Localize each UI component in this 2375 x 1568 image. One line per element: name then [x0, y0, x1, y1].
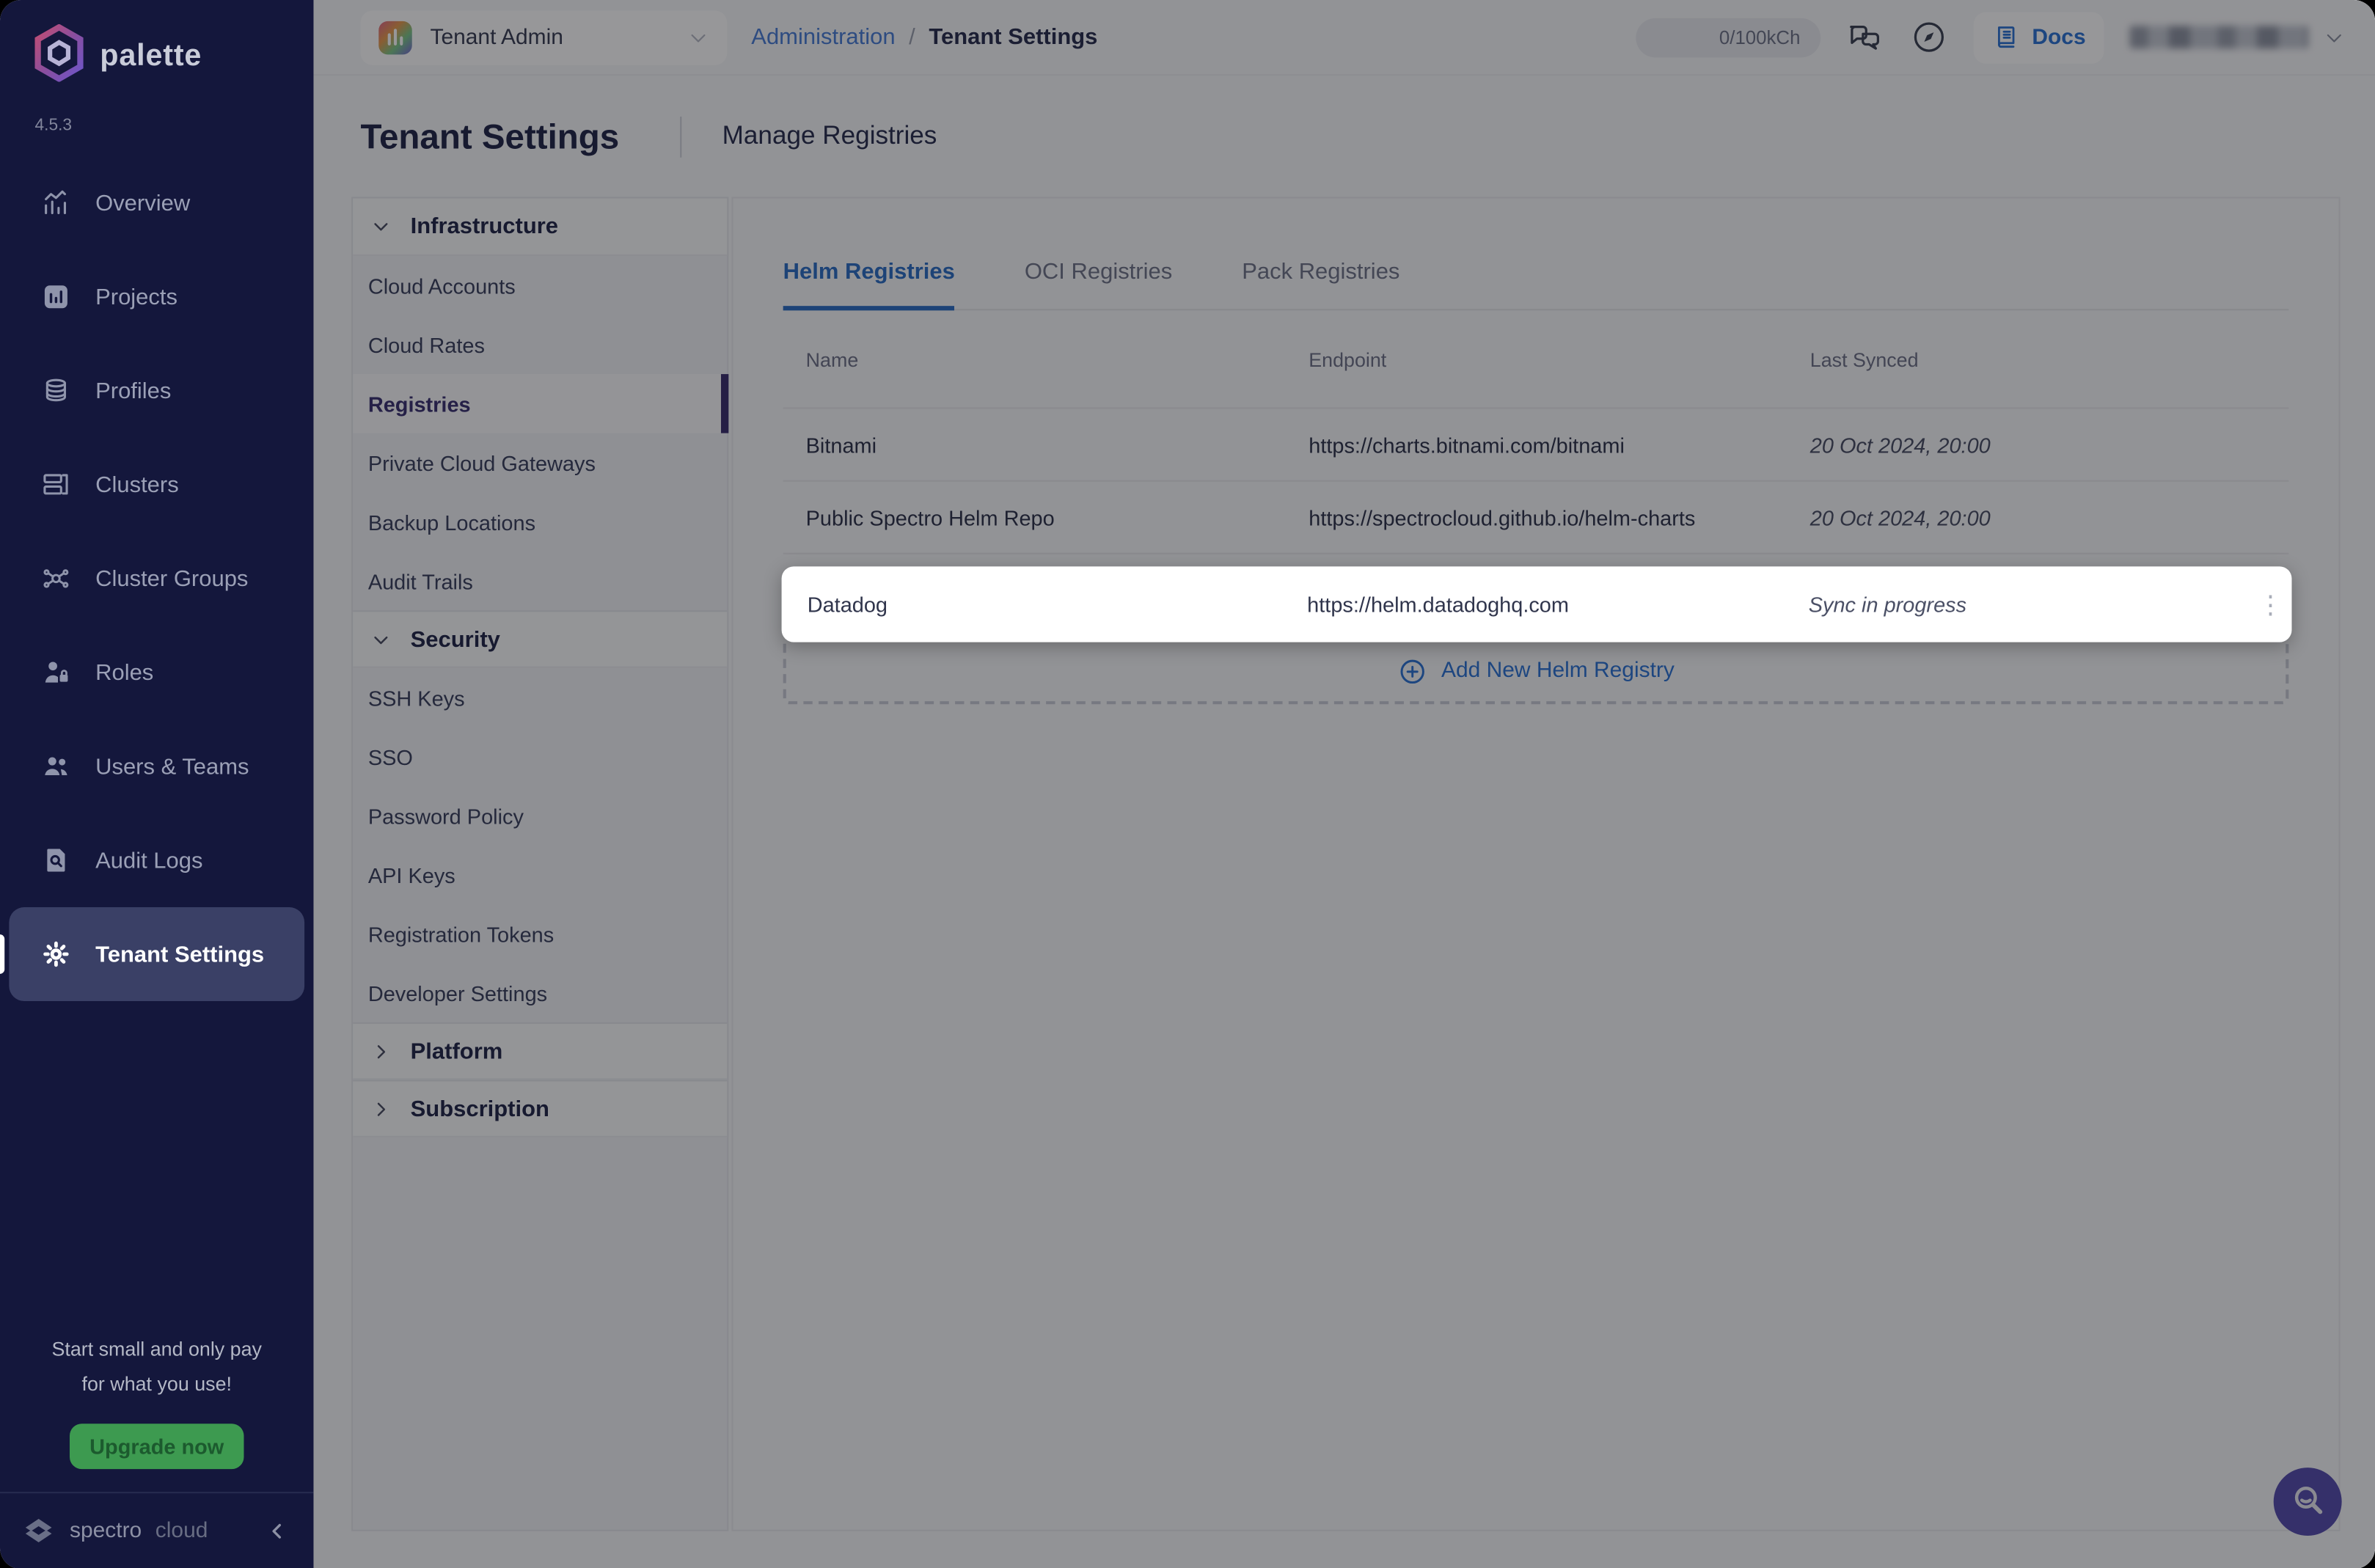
- sidebar-item-label: Projects: [95, 284, 178, 309]
- gear-icon: [40, 939, 73, 969]
- sidebar-item-users-teams[interactable]: Users & Teams: [0, 719, 313, 813]
- app-window: palette 4.5.3 Overview Projects Profile: [0, 0, 2375, 1568]
- kebab-menu-icon[interactable]: ⋮: [2250, 601, 2292, 608]
- brand-logo: palette: [0, 0, 313, 89]
- sidebar-item-audit-logs[interactable]: Audit Logs: [0, 813, 313, 907]
- projects-icon: [40, 282, 73, 312]
- sidebar-item-label: Roles: [95, 659, 153, 685]
- footer-brand-primary: spectro: [70, 1518, 142, 1542]
- users-icon: [40, 751, 73, 781]
- sidebar-item-cluster-groups[interactable]: Cluster Groups: [0, 532, 313, 626]
- registry-endpoint: https://helm.datadoghq.com: [1307, 592, 1809, 616]
- upgrade-button[interactable]: Upgrade now: [70, 1423, 244, 1468]
- sidebar-item-label: Audit Logs: [95, 847, 202, 873]
- sidebar-item-label: Cluster Groups: [95, 565, 248, 591]
- registry-name: Datadog: [782, 592, 1308, 616]
- spotlight-overlay: [313, 0, 2375, 1568]
- sidebar-item-label: Profiles: [95, 378, 171, 403]
- spectro-cloud-logo: [21, 1513, 56, 1547]
- sidebar-item-roles[interactable]: Roles: [0, 626, 313, 719]
- promo-line1: Start small and only pay: [0, 1331, 313, 1366]
- sidebar-footer: spectro cloud: [0, 1492, 313, 1568]
- chart-icon: [40, 188, 73, 218]
- user-lock-icon: [40, 657, 73, 687]
- sidebar-item-tenant-settings[interactable]: Tenant Settings: [9, 907, 304, 1001]
- sidebar-item-overview[interactable]: Overview: [0, 156, 313, 250]
- active-indicator: [0, 934, 4, 974]
- sidebar-nav: Overview Projects Profiles Clusters: [0, 156, 313, 1001]
- sidebar: palette 4.5.3 Overview Projects Profile: [0, 0, 313, 1568]
- server-icon: [40, 469, 73, 499]
- sidebar-item-label: Clusters: [95, 472, 179, 497]
- brand-name: palette: [100, 40, 202, 74]
- sidebar-item-profiles[interactable]: Profiles: [0, 344, 313, 438]
- sidebar-item-label: Tenant Settings: [95, 941, 264, 967]
- promo-line2: for what you use!: [0, 1366, 313, 1402]
- footer-brand-secondary: cloud: [155, 1518, 208, 1542]
- sidebar-item-clusters[interactable]: Clusters: [0, 438, 313, 532]
- layers-icon: [40, 375, 73, 406]
- audit-doc-icon: [40, 845, 73, 875]
- network-icon: [40, 563, 73, 593]
- sidebar-item-label: Overview: [95, 190, 190, 216]
- collapse-sidebar-icon[interactable]: [265, 1518, 289, 1542]
- upgrade-promo: Start small and only pay for what you us…: [0, 1331, 313, 1402]
- sidebar-item-label: Users & Teams: [95, 753, 249, 779]
- version-label: 4.5.3: [34, 117, 313, 135]
- palette-logo-icon: [33, 24, 84, 89]
- table-row-spotlight[interactable]: Datadog https://helm.datadoghq.com Sync …: [782, 566, 2292, 642]
- registry-last-synced: Sync in progress: [1809, 592, 2250, 616]
- sidebar-item-projects[interactable]: Projects: [0, 250, 313, 344]
